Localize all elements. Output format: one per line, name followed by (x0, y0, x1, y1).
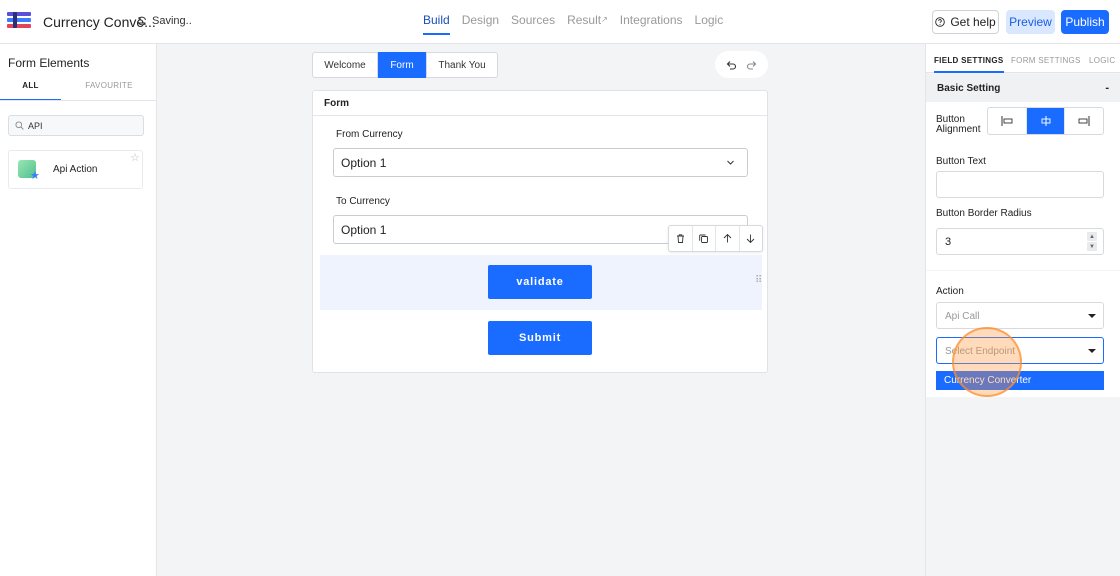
search-value: API (28, 120, 43, 131)
tab-result[interactable]: Result (567, 13, 601, 35)
dropdown-arrow-icon (1088, 349, 1096, 353)
settings-panel: FIELD SETTINGS FORM SETTINGS LOGIC Basic… (925, 44, 1120, 576)
border-radius-input[interactable]: 3 ▲ ▼ (936, 228, 1104, 255)
duplicate-field-button[interactable] (693, 226, 716, 251)
stepper-down-icon[interactable]: ▼ (1087, 242, 1097, 251)
button-text-label: Button Text (936, 156, 986, 167)
form-canvas: Form From Currency Option 1 To Currency … (312, 90, 768, 373)
dropdown-arrow-icon (1088, 314, 1096, 318)
undo-icon[interactable] (725, 59, 737, 71)
click-indicator (952, 327, 1022, 397)
basic-setting-header[interactable]: Basic Setting - (926, 74, 1120, 102)
field-toolbar (668, 225, 763, 252)
page-switcher: Welcome Form Thank You (312, 52, 498, 78)
collapse-icon[interactable]: - (1105, 82, 1109, 94)
publish-button[interactable]: Publish (1061, 10, 1109, 34)
tab-integrations[interactable]: Integrations (620, 13, 683, 35)
border-radius-label: Button Border Radius (936, 208, 1032, 219)
border-radius-value: 3 (945, 236, 952, 248)
field-label-from-currency: From Currency (336, 129, 403, 140)
tab-design[interactable]: Design (462, 13, 499, 35)
preview-button[interactable]: Preview (1006, 10, 1055, 34)
page-tab-form[interactable]: Form (378, 52, 426, 78)
validate-button[interactable]: validate (488, 265, 592, 299)
action-select[interactable]: Api Call (936, 302, 1104, 329)
form-elements-panel: Form Elements ALL FAVOURITE API ★ Api Ac… (0, 44, 157, 576)
align-center-icon (1041, 116, 1050, 126)
history-controls (715, 51, 768, 78)
panel-title: Form Elements (8, 56, 90, 70)
settings-tabs: FIELD SETTINGS FORM SETTINGS LOGIC (926, 44, 1120, 73)
button-alignment-label: Button Alignment (936, 114, 981, 135)
button-alignment-group (987, 107, 1104, 135)
number-stepper[interactable]: ▲ ▼ (1087, 232, 1097, 251)
tab-logic-settings[interactable]: LOGIC (1089, 56, 1115, 65)
align-right-icon (1078, 116, 1090, 126)
trash-icon (676, 234, 684, 243)
top-bar: Currency Conve... Saving.. Build Design … (0, 0, 1120, 44)
chevron-down-icon (727, 160, 734, 165)
tab-build[interactable]: Build (423, 13, 450, 35)
action-value: Api Call (945, 311, 980, 322)
main-nav: Build Design Sources Result ↗ Integratio… (423, 13, 735, 35)
action-label: Action (936, 286, 964, 297)
move-up-button[interactable] (716, 226, 740, 251)
search-icon (15, 121, 24, 130)
from-currency-value: Option 1 (341, 156, 387, 170)
copy-icon (699, 234, 709, 243)
delete-field-button[interactable] (669, 226, 693, 251)
submit-button[interactable]: Submit (488, 321, 592, 355)
star-badge-icon: ★ (30, 170, 40, 182)
stepper-up-icon[interactable]: ▲ (1087, 232, 1097, 241)
element-card-api-action[interactable]: ★ Api Action ☆ (8, 150, 143, 189)
redo-icon[interactable] (746, 59, 758, 71)
get-help-button[interactable]: Get help (932, 10, 999, 34)
app-logo-icon[interactable] (7, 12, 31, 32)
favourite-star-icon[interactable]: ☆ (130, 151, 140, 164)
tab-form-settings[interactable]: FORM SETTINGS (1011, 56, 1081, 65)
element-search-input[interactable]: API (8, 115, 144, 136)
field-label-to-currency: To Currency (336, 196, 390, 207)
save-status-text: Saving.. (152, 15, 192, 27)
refresh-icon (138, 16, 146, 26)
align-center-button[interactable] (1026, 108, 1066, 134)
form-card-title: Form (313, 91, 767, 116)
align-left-button[interactable] (988, 108, 1027, 134)
save-status: Saving.. (137, 15, 192, 27)
tab-sources[interactable]: Sources (511, 13, 555, 35)
page-tab-welcome[interactable]: Welcome (312, 52, 378, 78)
tab-favourite[interactable]: FAVOURITE (62, 81, 156, 90)
align-left-icon (1001, 116, 1013, 126)
page-tab-thank-you[interactable]: Thank You (426, 52, 498, 78)
tab-field-settings[interactable]: FIELD SETTINGS (934, 56, 1004, 73)
tab-logic[interactable]: Logic (695, 13, 724, 35)
from-currency-select[interactable]: Option 1 (333, 148, 748, 177)
arrow-down-icon (746, 234, 755, 244)
get-help-label: Get help (950, 15, 996, 29)
tab-all[interactable]: ALL (0, 81, 61, 101)
align-right-button[interactable] (1065, 108, 1103, 134)
divider (0, 100, 156, 101)
external-link-icon: ↗ (601, 15, 608, 24)
element-label: Api Action (53, 164, 98, 175)
drag-handle-icon[interactable]: ⠿ (755, 275, 762, 286)
button-text-input[interactable] (936, 171, 1104, 198)
arrow-up-icon (723, 233, 732, 243)
move-down-button[interactable] (740, 226, 763, 251)
help-icon (935, 17, 946, 27)
section-title: Basic Setting (937, 83, 1001, 94)
to-currency-value: Option 1 (341, 223, 387, 237)
